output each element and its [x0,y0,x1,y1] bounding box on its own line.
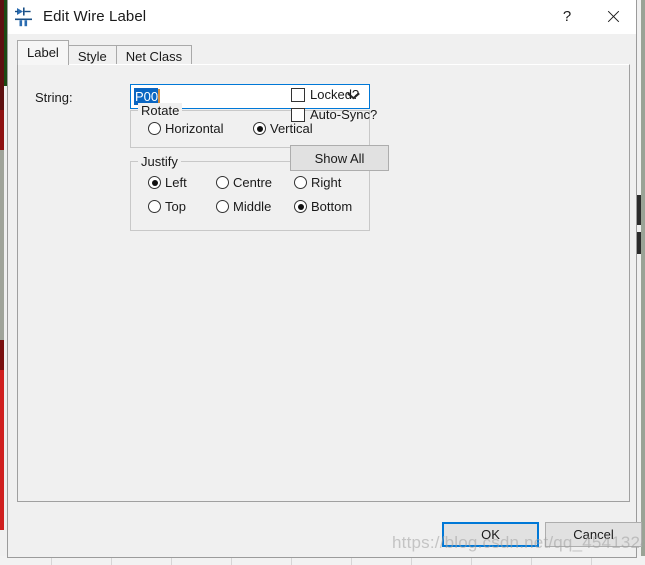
tab-strip: Label Style Net Class [17,39,636,67]
radio-horizontal-label: Horizontal [165,121,224,136]
radio-right-label: Right [311,175,342,190]
radio-horizontal[interactable]: Horizontal [148,121,253,136]
radio-dot-icon [148,176,161,189]
cancel-label: Cancel [573,527,614,542]
checkbox-locked-label: Locked? [310,87,360,102]
show-all-button[interactable]: Show All [290,145,389,171]
radio-dot-icon [294,176,307,189]
backdrop-strip [641,0,645,565]
backdrop-strip [0,340,4,370]
radio-dot-icon [148,122,161,135]
radio-right[interactable]: Right [294,175,341,190]
string-field-label: String: [35,90,73,105]
radio-dot-icon [216,176,229,189]
tab-label[interactable]: Label [17,40,69,65]
radio-left[interactable]: Left [148,175,216,190]
rotate-group-title: Rotate [138,103,183,118]
ok-label: OK [481,527,500,542]
radio-dot-icon [294,200,307,213]
tab-content-panel: String: P00 Rotate Horizontal Vertical J… [17,64,630,502]
radio-vertical-label: Vertical [270,121,313,136]
radio-top[interactable]: Top [148,199,216,214]
justify-group-title: Justify [138,154,181,169]
help-button[interactable]: ? [544,0,590,33]
justify-group: Justify Left Centre Right Top Middle Bot… [130,154,370,231]
cancel-button[interactable]: Cancel [545,522,642,547]
title-bar: Edit Wire Label ? [8,0,636,34]
close-button[interactable] [590,0,636,33]
radio-top-label: Top [165,199,186,214]
radio-centre-label: Centre [233,175,273,190]
question-mark-icon: ? [562,8,572,25]
checkbox-locked[interactable]: Locked? [291,87,359,102]
radio-dot-icon [216,200,229,213]
backdrop-strip [0,110,4,150]
radio-dot-icon [253,122,266,135]
show-all-label: Show All [314,150,365,166]
radio-centre[interactable]: Centre [216,175,294,190]
checkbox-box-icon [291,87,305,102]
radio-left-label: Left [165,175,187,190]
justify-radio-row-2: Top Middle Bottom [148,199,352,214]
checkbox-auto-sync-label: Auto-Sync? [310,107,378,122]
justify-radio-row-1: Left Centre Right [148,175,341,190]
backdrop-strip [0,370,4,530]
ok-button[interactable]: OK [442,522,539,547]
radio-bottom[interactable]: Bottom [294,199,352,214]
radio-bottom-label: Bottom [311,199,353,214]
radio-middle[interactable]: Middle [216,199,294,214]
rotate-radio-row: Horizontal Vertical [148,121,313,136]
checkbox-auto-sync[interactable]: Auto-Sync? [291,107,377,122]
wire-label-icon [13,6,35,28]
edit-wire-label-dialog: Edit Wire Label ? Label Style Net Class … [7,0,642,558]
radio-vertical[interactable]: Vertical [253,121,313,136]
radio-dot-icon [148,200,161,213]
checkbox-box-icon [291,107,305,122]
radio-middle-label: Middle [233,199,272,214]
window-title: Edit Wire Label [43,8,147,25]
backdrop-strip [0,150,4,340]
close-icon [607,10,620,23]
